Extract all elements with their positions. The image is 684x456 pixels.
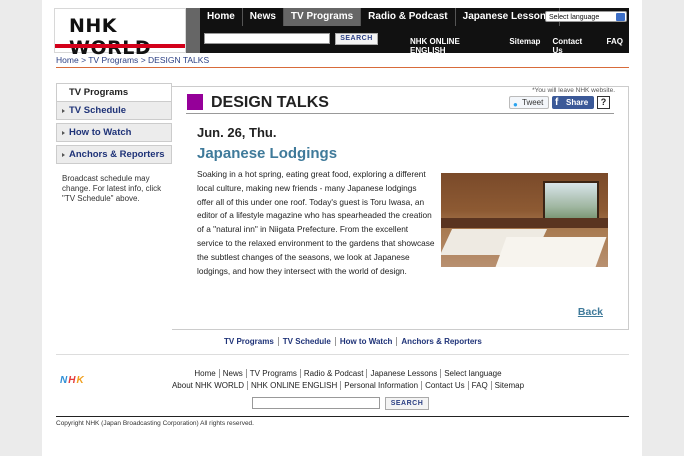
header-black-bar: Home News TV Programs Radio & Podcast Ja… [200,8,629,55]
footer-link[interactable]: TV Programs [245,369,300,378]
footer-search-input[interactable] [252,397,380,409]
photo-headboard [441,218,608,228]
episode-title: Japanese Lodgings [197,145,338,162]
nhk-small-logo[interactable]: NHK [60,375,85,386]
select-arrow-icon [616,13,625,21]
footer-links-row-2: About NHK WORLD NHK ONLINE ENGLISH Persona… [168,380,528,392]
footer-link[interactable]: Personal Information [340,381,422,390]
footer-link[interactable]: NHK ONLINE ENGLISH [247,381,341,390]
footer-link[interactable]: News [218,369,246,378]
page: NHK WORLD Home News TV Programs Radio & … [42,0,642,456]
help-icon[interactable]: ? [597,96,610,109]
footer-search-button[interactable]: SEARCH [385,397,429,410]
title-rule [186,113,614,114]
breadcrumb-home[interactable]: Home [56,55,79,65]
logo-letter: N [60,375,69,386]
sidebar-item-anchors-reporters[interactable]: Anchors & Reporters [56,145,172,164]
sidebar-title[interactable]: TV Programs [56,83,172,101]
footer-rule [56,354,629,355]
triangle-right-icon [62,131,65,135]
footer-link[interactable]: Sitemap [490,381,528,390]
nav-radio-podcast[interactable]: Radio & Podcast [361,8,456,26]
breadcrumb-tv-programs[interactable]: TV Programs [88,55,138,65]
language-select-label: Select language [549,14,600,21]
breadcrumb: Home > TV Programs > DESIGN TALKS [56,55,209,65]
share-label: Share [566,98,589,107]
breadcrumb-current: DESIGN TALKS [148,55,210,65]
footer-link[interactable]: Contact Us [421,381,468,390]
schedule-note: Broadcast schedule may change. For lates… [62,174,162,203]
program-title: DESIGN TALKS [211,94,329,111]
footer-links-row-1: Home News TV Programs Radio & Podcast Japane… [168,368,528,380]
facebook-icon: f [555,97,559,108]
breadcrumb-separator: > [140,55,149,65]
triangle-right-icon [62,153,65,157]
link-nhk-online-english[interactable]: NHK ONLINE ENGLISH [410,37,503,55]
link-sitemap[interactable]: Sitemap [503,37,546,55]
sidebar: TV Programs TV Schedule How to Watch Anc… [56,83,172,204]
episode-photo [441,173,608,267]
episode-date: Jun. 26, Thu. [197,125,277,140]
facebook-share-button[interactable]: f Share [552,96,594,109]
footer-link[interactable]: Radio & Podcast [299,369,367,378]
leave-site-note: *You will leave NHK website. [532,87,615,94]
nav-japanese-lessons[interactable]: Japanese Lessons [456,8,560,26]
footer-link[interactable]: FAQ [467,381,491,390]
site-header: NHK WORLD Home News TV Programs Radio & … [54,8,629,59]
nav-news[interactable]: News [243,8,284,26]
program-panel: DESIGN TALKS *You will leave NHK website… [172,86,629,330]
header-search-input[interactable] [204,33,330,44]
footer-link[interactable]: Japanese Lessons [366,369,441,378]
nav-tv-programs[interactable]: TV Programs [283,8,362,26]
footer-link[interactable]: Home [191,369,218,378]
sidebar-item-how-to-watch[interactable]: How to Watch [56,123,172,142]
footer-nav-how-to-watch[interactable]: How to Watch [334,337,397,346]
footer-nav-tv-schedule[interactable]: TV Schedule [277,337,335,346]
sidebar-item-tv-schedule[interactable]: TV Schedule [56,101,172,120]
link-contact-us[interactable]: Contact Us [546,37,600,55]
language-select[interactable]: Select language [545,11,627,22]
nav-home[interactable]: Home [200,8,243,26]
footer-links: Home News TV Programs Radio & Podcast Japane… [168,368,528,392]
episode-description: Soaking in a hot spring, eating great fo… [197,169,435,276]
breadcrumb-rule [56,67,629,68]
tweet-label: Tweet [522,98,544,107]
triangle-right-icon [62,109,65,113]
logo-letter: K [76,375,85,386]
back-link[interactable]: Back [578,306,603,318]
footer-link[interactable]: Select language [440,369,505,378]
footer-link[interactable]: About NHK WORLD [169,381,247,390]
sidebar-item-label: Anchors & Reporters [69,149,165,160]
header-search-button[interactable]: SEARCH [335,33,378,45]
header-divider [186,8,200,53]
logo-red-bar [55,44,185,48]
footer-program-nav: TV Programs TV Schedule How to Watch Anc… [220,337,486,346]
copyright: Copyright NHK (Japan Broadcasting Corpor… [56,420,254,427]
nhk-world-logo[interactable]: NHK WORLD [54,8,186,59]
copyright-rule [56,416,629,417]
twitter-bird-icon: ● [513,100,518,109]
tweet-button[interactable]: ● Tweet [509,96,549,109]
program-color-square [187,94,203,110]
main-nav: Home News TV Programs Radio & Podcast Ja… [200,8,560,26]
header-sub-links: NHK ONLINE ENGLISH Sitemap Contact Us FA… [410,37,629,55]
footer-nav-anchors-reporters[interactable]: Anchors & Reporters [396,337,485,346]
logo-text: NHK WORLD [69,15,152,59]
photo-bed [495,237,607,267]
link-faq[interactable]: FAQ [601,37,629,55]
sidebar-item-label: How to Watch [69,127,132,138]
sidebar-item-label: TV Schedule [69,105,127,116]
program-panel-inner: DESIGN TALKS *You will leave NHK website… [172,87,629,331]
footer-nav-tv-programs[interactable]: TV Programs [220,337,278,346]
